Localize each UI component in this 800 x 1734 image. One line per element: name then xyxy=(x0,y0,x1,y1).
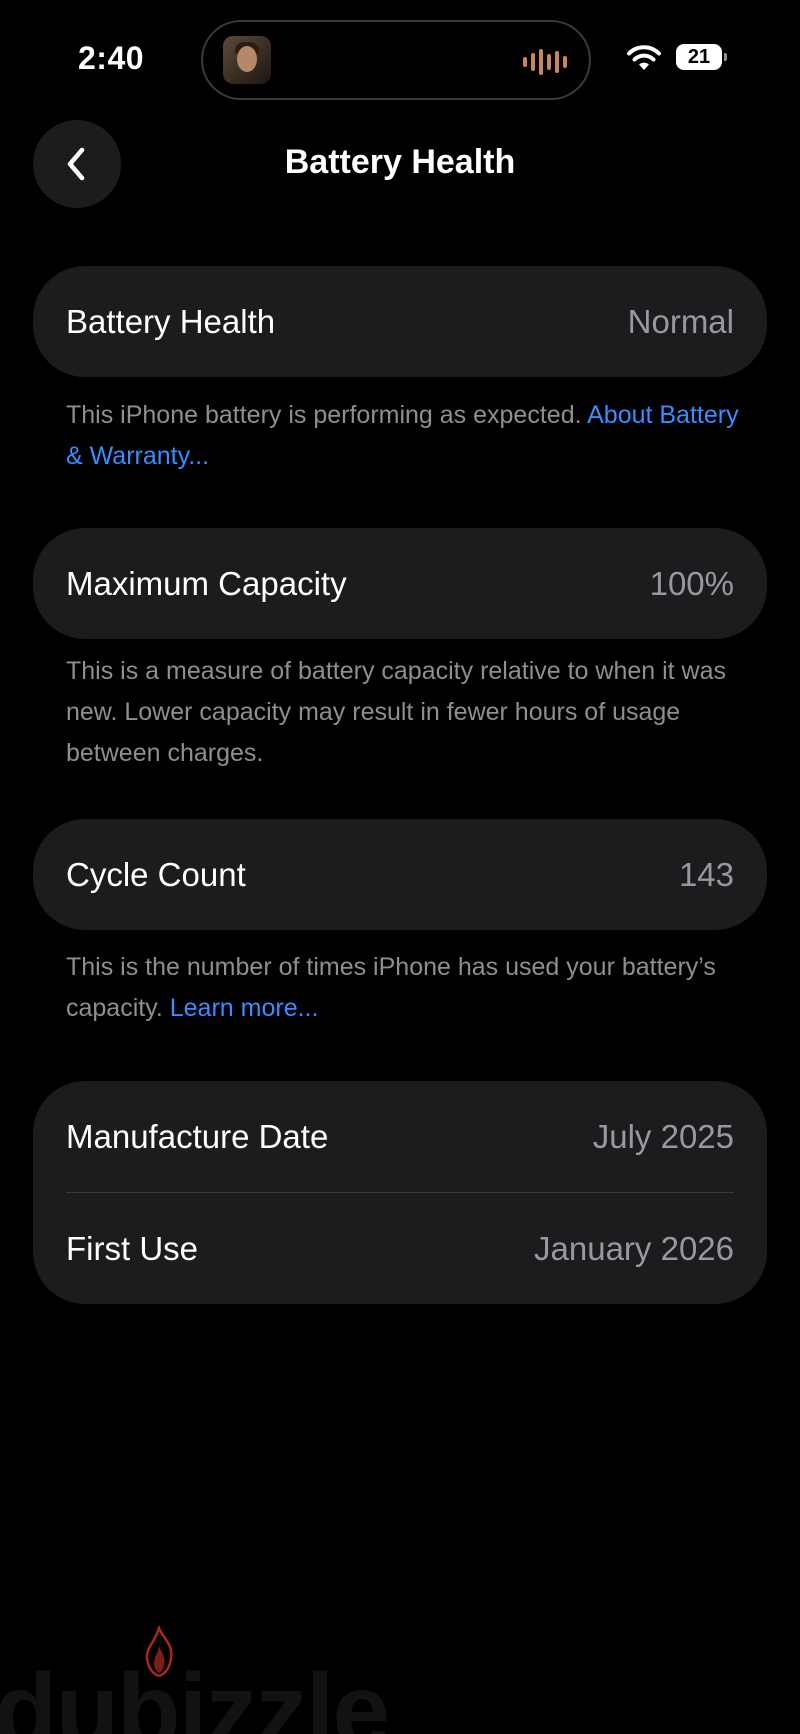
battery-level: 21 xyxy=(687,45,711,68)
battery-health-card: Battery Health Normal xyxy=(33,266,767,377)
manufacture-date-row: Manufacture Date July 2025 xyxy=(33,1081,767,1192)
cycle-count-footnote: This is the number of times iPhone has u… xyxy=(66,947,746,1029)
first-use-value: January 2026 xyxy=(534,1229,734,1267)
first-use-row: First Use January 2026 xyxy=(33,1193,767,1304)
battery-icon: 21 xyxy=(676,44,727,70)
waveform-icon xyxy=(523,49,569,75)
battery-health-footnote-text: This iPhone battery is performing as exp… xyxy=(66,401,588,429)
status-time: 2:40 xyxy=(78,40,145,76)
battery-health-label: Battery Health xyxy=(66,302,276,340)
maximum-capacity-card: Maximum Capacity 100% xyxy=(33,528,767,639)
wifi-icon xyxy=(627,45,661,70)
battery-dates-card: Manufacture Date July 2025 First Use Jan… xyxy=(33,1081,767,1304)
cycle-count-card: Cycle Count 143 xyxy=(33,819,767,930)
dynamic-island[interactable] xyxy=(201,20,591,100)
cycle-count-value: 143 xyxy=(678,855,734,893)
maximum-capacity-label: Maximum Capacity xyxy=(66,564,347,602)
maximum-capacity-footnote: This is a measure of battery capacity re… xyxy=(66,657,727,767)
status-bar: 2:40 21 xyxy=(0,0,800,110)
battery-health-value: Normal xyxy=(627,302,734,340)
learn-more-link[interactable]: Learn more... xyxy=(170,994,319,1022)
now-playing-thumbnail xyxy=(223,36,271,84)
manufacture-date-label: Manufacture Date xyxy=(66,1117,329,1155)
cycle-count-footnote-text: This is the number of times iPhone has u… xyxy=(66,953,716,1022)
battery-health-footnote: This iPhone battery is performing as exp… xyxy=(66,395,746,477)
cycle-count-row: Cycle Count 143 xyxy=(33,819,767,930)
dubizzle-watermark: dubizzle xyxy=(0,1653,390,1734)
maximum-capacity-value: 100% xyxy=(649,564,734,602)
first-use-label: First Use xyxy=(66,1229,198,1267)
cycle-count-label: Cycle Count xyxy=(66,855,246,893)
manufacture-date-value: July 2025 xyxy=(592,1117,734,1155)
battery-health-row: Battery Health Normal xyxy=(33,266,767,377)
maximum-capacity-row: Maximum Capacity 100% xyxy=(33,528,767,639)
page-title: Battery Health xyxy=(284,143,516,181)
